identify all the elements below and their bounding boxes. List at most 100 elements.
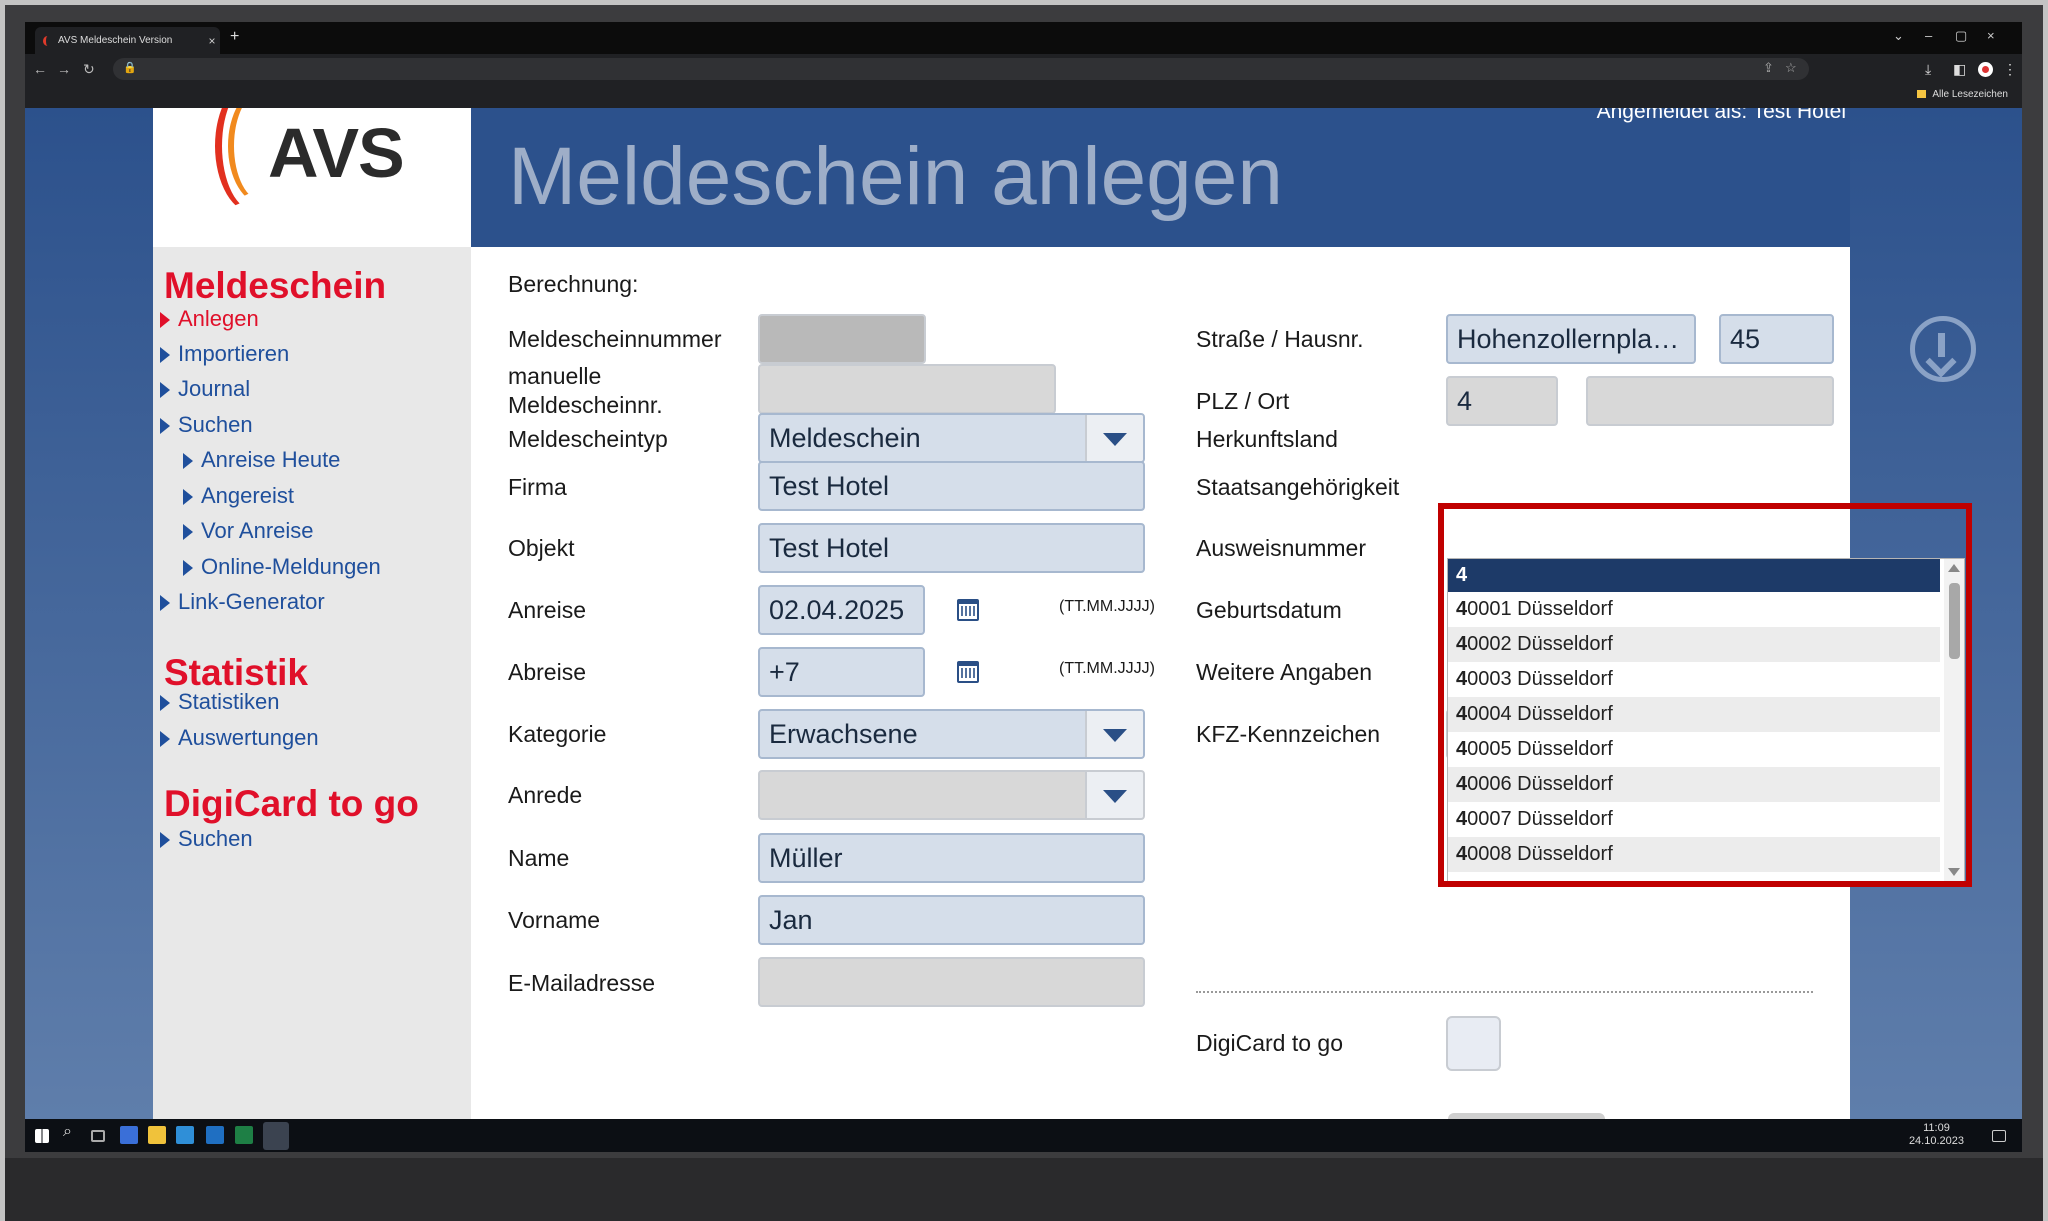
sidebar-item-journal[interactable]: Journal (160, 376, 250, 402)
logged-in-label: Angemeldet als: Test Hotel (1596, 108, 1846, 123)
reload-icon[interactable]: ↻ (83, 61, 95, 78)
plz-field[interactable]: 4 (1446, 376, 1558, 426)
app-icon-1[interactable] (120, 1126, 138, 1144)
firma-field[interactable]: Test Hotel (758, 461, 1145, 511)
tab-search-icon[interactable]: ⌄ (1893, 28, 1904, 44)
name-field[interactable]: Müller (758, 833, 1145, 883)
kategorie-label: Kategorie (508, 721, 607, 747)
sidebar-item-vor-anreise[interactable]: Vor Anreise (183, 518, 314, 544)
strasse-field[interactable]: Hohenzollernpla… (1446, 314, 1696, 364)
sidebar-item-anreise-heute[interactable]: Anreise Heute (183, 447, 340, 473)
abreise-label: Abreise (508, 659, 586, 685)
download-circle-icon[interactable] (1910, 316, 1976, 382)
hausnr-field[interactable]: 45 (1719, 314, 1834, 364)
forward-icon[interactable]: → (57, 61, 71, 77)
triangle-icon (183, 489, 193, 505)
sidepanel-icon[interactable]: ◧ (1953, 61, 1966, 78)
sidebar-item-label: Suchen (178, 412, 253, 437)
bookmarks-bar: Alle Lesezeichen (25, 84, 2022, 108)
anrede-select[interactable] (758, 770, 1145, 820)
calendar-icon[interactable] (957, 599, 979, 621)
meldescheintyp-label: Meldescheintyp (508, 426, 668, 452)
highlight-box (1438, 503, 1972, 887)
sidebar-item-anlegen[interactable]: Anlegen (160, 306, 259, 332)
chevron-down-icon[interactable] (1085, 711, 1143, 757)
profile-avatar[interactable] (1978, 62, 1993, 77)
file-explorer-icon[interactable] (148, 1126, 166, 1144)
sidebar-item-label: Link-Generator (178, 589, 325, 614)
sidebar-item-label: Journal (178, 376, 251, 401)
task-view-icon[interactable] (91, 1130, 105, 1142)
maximize-button[interactable]: ▢ (1955, 28, 1967, 44)
chevron-down-icon[interactable] (1085, 415, 1143, 461)
lock-icon: 🔒 (123, 62, 137, 74)
monitor-stand (5, 1158, 2043, 1221)
sidebar-item-digicard-suchen[interactable]: Suchen (160, 826, 253, 852)
new-tab-button[interactable]: + (230, 28, 239, 46)
address-bar[interactable]: 🔒 ⇪ ☆ (113, 58, 1809, 80)
all-bookmarks[interactable]: Alle Lesezeichen (1917, 89, 2008, 100)
triangle-icon (160, 418, 170, 434)
name-label: Name (508, 845, 570, 871)
minimize-button[interactable]: – (1925, 28, 1932, 43)
objekt-field[interactable]: Test Hotel (758, 523, 1145, 573)
anreise-format-hint: (TT.MM.JJJJ) (1059, 598, 1155, 615)
sidebar-item-link-generator[interactable]: Link-Generator (160, 589, 325, 615)
search-icon[interactable]: ⌕ (63, 1123, 72, 1141)
triangle-icon (183, 453, 193, 469)
sidebar-item-label: Auswertungen (178, 725, 319, 750)
excel-icon[interactable] (235, 1126, 253, 1144)
vorname-field[interactable]: Jan (758, 895, 1145, 945)
share-icon[interactable]: ⇪ (1763, 60, 1774, 76)
back-icon[interactable]: ← (33, 61, 47, 77)
menu-kebab-icon[interactable]: ⋮ (2003, 61, 2017, 78)
manuelle-meldescheinnr-field[interactable] (758, 364, 1056, 414)
sidebar-item-auswertungen[interactable]: Auswertungen (160, 725, 319, 751)
digicard-checkbox[interactable] (1446, 1016, 1501, 1071)
digicard-label: DigiCard to go (1196, 1030, 1344, 1056)
clock-date: 24.10.2023 (1908, 1135, 1964, 1147)
outlook-icon[interactable] (206, 1126, 224, 1144)
sidebar-item-suchen[interactable]: Suchen (160, 412, 253, 438)
header: Angemeldet als: Test Hotel Meldeschein a… (471, 108, 1850, 247)
anreise-date-field[interactable]: 02.04.2025 (758, 585, 925, 635)
sidebar-item-statistiken[interactable]: Statistiken (160, 689, 280, 715)
herkunftsland-label: Herkunftsland (1196, 426, 1338, 452)
browser-tab[interactable]: AVS Meldeschein Version × (35, 27, 220, 54)
meldescheinnummer-field[interactable] (758, 314, 926, 364)
download-icon[interactable]: ⤓ (1925, 61, 1931, 78)
ort-field[interactable] (1586, 376, 1834, 426)
geburtsdatum-label: Geburtsdatum (1196, 597, 1342, 623)
meldescheintyp-select[interactable]: Meldeschein (758, 413, 1145, 463)
app-icon-3[interactable] (176, 1126, 194, 1144)
abreise-format-hint: (TT.MM.JJJJ) (1059, 660, 1155, 677)
sidebar-item-label: Suchen (178, 826, 253, 851)
meldescheinnummer-label: Meldescheinnummer (508, 326, 722, 352)
kfz-label: KFZ-Kennzeichen (1196, 721, 1381, 747)
windows-start-icon[interactable] (35, 1129, 49, 1143)
sidebar: Meldeschein Anlegen Importieren Journal … (153, 247, 471, 1119)
kategorie-value: Erwachsene (769, 719, 918, 749)
logo[interactable]: AVS (153, 108, 471, 247)
calendar-icon[interactable] (957, 661, 979, 683)
system-clock[interactable]: 11:09 24.10.2023 (1909, 1122, 1964, 1148)
sidebar-item-label: Anlegen (178, 306, 259, 331)
sidebar-item-angereist[interactable]: Angereist (183, 483, 294, 509)
sidebar-heading-statistik: Statistik (164, 652, 308, 693)
kategorie-select[interactable]: Erwachsene (758, 709, 1145, 759)
email-field[interactable] (758, 957, 1145, 1007)
close-window-button[interactable]: × (1987, 28, 1995, 43)
chrome-icon[interactable] (263, 1122, 289, 1150)
divider (1196, 991, 1813, 993)
tab-close-icon[interactable]: × (204, 34, 220, 48)
triangle-icon (160, 595, 170, 611)
sidebar-item-label: Online-Meldungen (201, 554, 381, 579)
bookmark-star-icon[interactable]: ☆ (1785, 60, 1797, 76)
notification-icon[interactable] (1992, 1130, 2006, 1142)
abreise-date-field[interactable]: +7 (758, 647, 925, 697)
sidebar-item-online-meldungen[interactable]: Online-Meldungen (183, 554, 381, 580)
chevron-down-icon[interactable] (1085, 772, 1143, 818)
screen: AVS Meldeschein Version × + ⌄ – ▢ × ← → … (25, 22, 2022, 1152)
strasse-label: Straße / Hausnr. (1196, 326, 1364, 352)
sidebar-item-importieren[interactable]: Importieren (160, 341, 289, 367)
